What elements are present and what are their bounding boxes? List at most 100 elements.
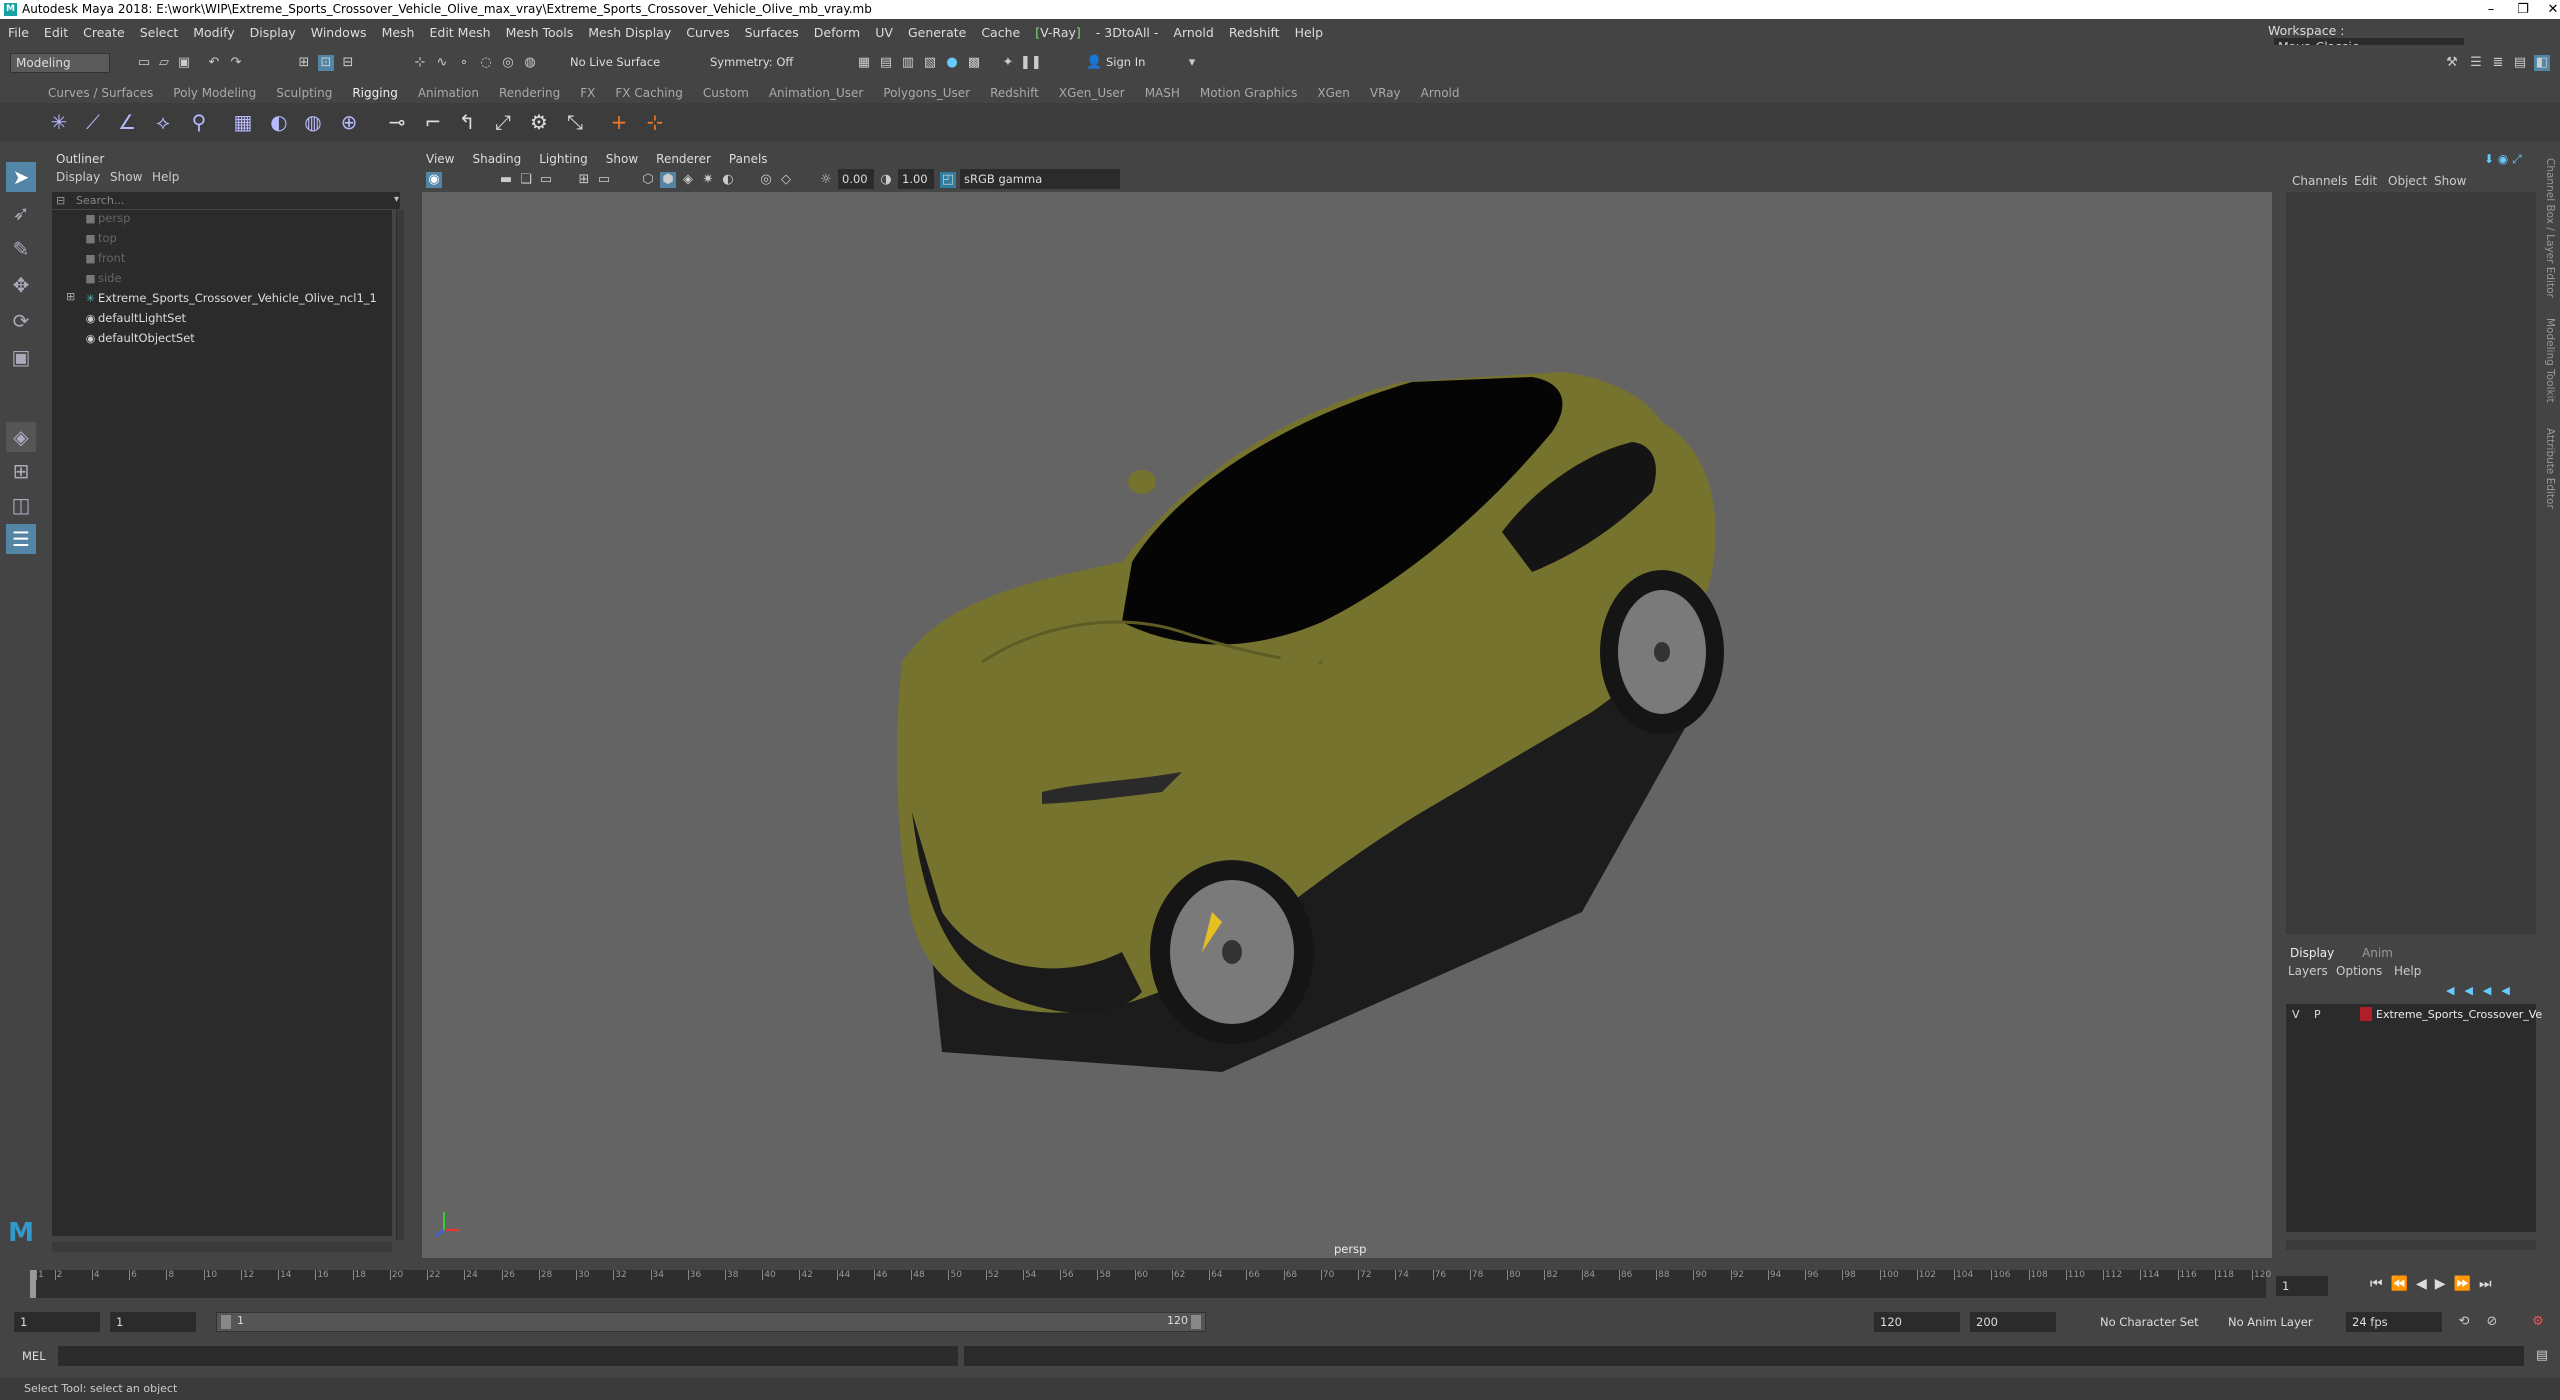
shelf-tab-xgen[interactable]: XGen: [1317, 86, 1350, 103]
textured-icon[interactable]: ◈: [680, 172, 696, 188]
channel-menu-edit[interactable]: Edit: [2354, 174, 2377, 188]
list-item[interactable]: persp: [98, 210, 130, 226]
time-slider[interactable]: 1 2 4 6 8 10 12 14 16 18 20 22 24 26 28 30 32 34 36 38 40 42 4…: [0, 1264, 2560, 1308]
menu-mesh-display[interactable]: Mesh Display: [588, 25, 671, 40]
camera-attributes-icon[interactable]: ▬: [498, 172, 514, 188]
humanik-icon[interactable]: ⚲: [186, 109, 212, 135]
snap-point-icon[interactable]: ∘: [456, 55, 472, 71]
shelf-tab-mash[interactable]: MASH: [1145, 86, 1180, 103]
start-time-field[interactable]: 1: [14, 1312, 100, 1332]
playback-start-field[interactable]: 1: [110, 1312, 196, 1332]
fps-dropdown[interactable]: 24 fps: [2346, 1312, 2442, 1332]
cluster-icon[interactable]: ◐: [266, 109, 292, 135]
scale-tool-icon[interactable]: ▣: [6, 342, 36, 372]
channel-menu-channels[interactable]: Channels: [2292, 174, 2348, 188]
channel-box-icons[interactable]: ⬇ ◉ ⤢: [2484, 152, 2522, 167]
snap-curve-icon[interactable]: ∿: [434, 55, 450, 71]
playback-end-field[interactable]: 120: [1874, 1312, 1960, 1332]
light-editor-icon[interactable]: ✦: [1000, 55, 1016, 71]
snap-view-icon[interactable]: ◌: [478, 55, 494, 71]
menu-modify[interactable]: Modify: [193, 25, 234, 40]
shelf-tab-custom[interactable]: Custom: [703, 86, 749, 103]
search-options-icon[interactable]: ▾: [394, 194, 399, 205]
loop-icon[interactable]: ⟲: [2456, 1314, 2472, 1330]
menu-generate[interactable]: Generate: [908, 25, 966, 40]
menu-uv[interactable]: UV: [875, 25, 893, 40]
anim-layer-dropdown[interactable]: No Anim Layer: [2228, 1312, 2313, 1332]
tab-anim[interactable]: Anim: [2362, 946, 2393, 960]
layer-playback-toggle[interactable]: P: [2314, 1008, 2321, 1021]
expand-icon[interactable]: ⊞: [66, 290, 75, 303]
viewport-menu-shading[interactable]: Shading: [472, 152, 521, 166]
layer-menu-help[interactable]: Help: [2394, 964, 2421, 978]
channel-menu-show[interactable]: Show: [2434, 174, 2466, 188]
menu-edit-mesh[interactable]: Edit Mesh: [429, 25, 490, 40]
render-setup-icon[interactable]: ▩: [966, 55, 982, 71]
layer-visibility-toggle[interactable]: V: [2292, 1008, 2300, 1021]
pole-vector-icon[interactable]: ⤡: [562, 109, 588, 135]
shelf-tab-rigging[interactable]: Rigging: [352, 86, 397, 103]
mel-label[interactable]: MEL: [22, 1346, 46, 1366]
hypershade-icon[interactable]: ●: [944, 55, 960, 71]
render-icon[interactable]: ▦: [856, 55, 872, 71]
lasso-tool-icon[interactable]: ➶: [6, 198, 36, 228]
outliner-layout-icon[interactable]: ☰: [6, 524, 36, 554]
dag-locator-icon[interactable]: ⊹: [642, 109, 668, 135]
script-editor-icon[interactable]: ▤: [2534, 1348, 2550, 1364]
menu-arnold[interactable]: Arnold: [1173, 25, 1213, 40]
move-tool-icon[interactable]: ✥: [6, 270, 36, 300]
outliner-menu-display[interactable]: Display: [56, 170, 100, 184]
ipr-render-icon[interactable]: ▥: [900, 55, 916, 71]
menu-select[interactable]: Select: [140, 25, 179, 40]
menu-redshift[interactable]: Redshift: [1229, 25, 1280, 40]
shelf-tab-redshift[interactable]: Redshift: [990, 86, 1039, 103]
lattice-icon[interactable]: ▦: [230, 109, 256, 135]
outliner-search-input[interactable]: Search...: [52, 192, 400, 209]
snap-grid-icon[interactable]: ⊹: [412, 55, 428, 71]
outliner-vertical-scrollbar[interactable]: [396, 210, 404, 1240]
toggle-channel-box-icon[interactable]: ▤: [2512, 55, 2528, 71]
sign-in-button[interactable]: Sign In: [1106, 52, 1145, 72]
chevron-down-icon[interactable]: ▾: [1184, 55, 1200, 71]
single-perspective-view-icon[interactable]: ◈: [6, 422, 36, 452]
exposure-field[interactable]: 0.00: [838, 169, 874, 189]
playback-controls[interactable]: ⏮⏪◀▶⏩⏭: [2370, 1276, 2500, 1292]
layer-name[interactable]: Extreme_Sports_Crossover_Veh: [2376, 1008, 2549, 1021]
shelf-tab-animation-user[interactable]: Animation_User: [769, 86, 864, 103]
shelf-tab-xgen-user[interactable]: XGen_User: [1059, 86, 1125, 103]
list-item[interactable]: top: [98, 230, 117, 246]
command-input[interactable]: [58, 1346, 958, 1366]
menu-cache[interactable]: Cache: [981, 25, 1020, 40]
preferences-icon[interactable]: ⚙: [2530, 1314, 2546, 1330]
shelf-tab-motion-graphics[interactable]: Motion Graphics: [1200, 86, 1298, 103]
render-view-icon[interactable]: ▤: [878, 55, 894, 71]
car-model[interactable]: [422, 192, 2272, 1258]
ik-handle-icon[interactable]: ⟋: [80, 109, 106, 135]
outliner-menu-help[interactable]: Help: [152, 170, 179, 184]
close-icon[interactable]: ✕: [2530, 0, 2560, 19]
outliner-persp-layout-icon[interactable]: ◫: [6, 490, 36, 520]
create-joints-icon[interactable]: ✳: [46, 109, 72, 135]
symmetry-dropdown[interactable]: Symmetry: Off: [710, 52, 793, 72]
layer-menu-layers[interactable]: Layers: [2288, 964, 2328, 978]
list-item[interactable]: side: [98, 270, 122, 286]
menu-vray[interactable]: [V-Ray]: [1035, 25, 1081, 40]
pause-viewport-icon[interactable]: ❚❚: [1020, 55, 1042, 71]
menu-mesh-tools[interactable]: Mesh Tools: [506, 25, 574, 40]
menu-help[interactable]: Help: [1295, 25, 1324, 40]
lights-icon[interactable]: ✷: [700, 172, 716, 188]
menu-surfaces[interactable]: Surfaces: [745, 25, 799, 40]
menu-create[interactable]: Create: [83, 25, 125, 40]
layer-menu-options[interactable]: Options: [2336, 964, 2382, 978]
undo-icon[interactable]: ↶: [206, 55, 222, 71]
select-camera-icon[interactable]: ◉: [426, 172, 442, 188]
gamma-icon[interactable]: ◑: [878, 172, 894, 188]
aim-constraint-icon[interactable]: ⌐: [420, 109, 446, 135]
viewport-menu-view[interactable]: View: [426, 152, 454, 166]
four-view-layout-icon[interactable]: ⊞: [6, 456, 36, 486]
outliner-menu-show[interactable]: Show: [110, 170, 142, 184]
shelf-tab-curves-surfaces[interactable]: Curves / Surfaces: [48, 86, 153, 103]
bookmarks-icon[interactable]: ❏: [518, 172, 534, 188]
grid-icon[interactable]: ⊞: [576, 172, 592, 188]
menu-edit[interactable]: Edit: [44, 25, 68, 40]
